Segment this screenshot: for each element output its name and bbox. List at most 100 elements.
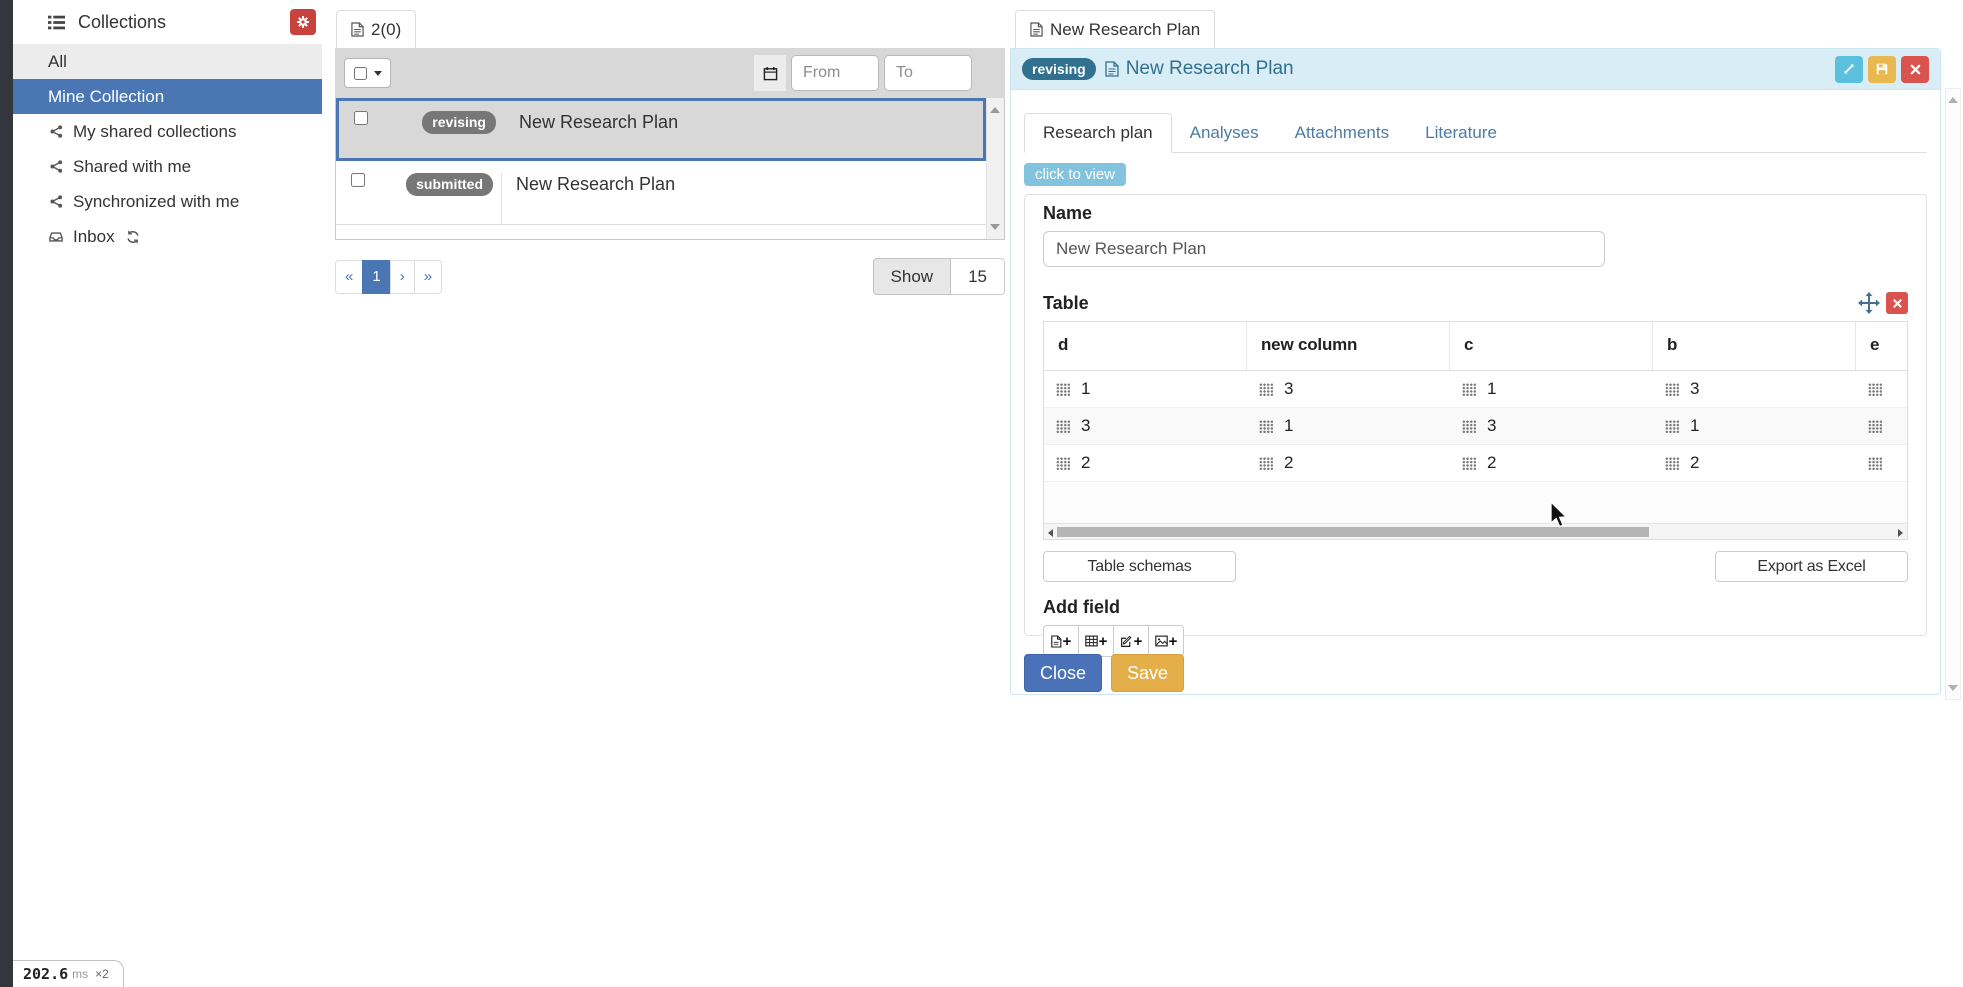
expand-icon bbox=[1842, 62, 1856, 76]
add-table-field-button[interactable]: + bbox=[1078, 625, 1114, 657]
drag-handle-icon[interactable] bbox=[1056, 457, 1070, 470]
drag-handle-icon[interactable] bbox=[1868, 383, 1882, 396]
table-cell-value: 3 bbox=[1487, 416, 1496, 436]
document-icon bbox=[1030, 22, 1043, 37]
close-panel-button[interactable] bbox=[1901, 56, 1929, 83]
sidebar-item-synchronized-with-me[interactable]: Synchronized with me bbox=[13, 184, 322, 219]
detail-title: New Research Plan bbox=[1126, 58, 1294, 80]
save-button[interactable]: Save bbox=[1111, 654, 1184, 692]
drag-handle-icon[interactable] bbox=[1665, 420, 1679, 433]
select-all-checkbox[interactable] bbox=[354, 67, 367, 80]
document-icon bbox=[1105, 61, 1119, 77]
select-all-dropdown-button[interactable] bbox=[344, 58, 391, 88]
table-cell[interactable] bbox=[1856, 445, 1907, 481]
table-cell[interactable]: 1 bbox=[1450, 371, 1653, 407]
documents-list-scrollbar[interactable] bbox=[986, 98, 1004, 239]
profiler-time: 202.6 bbox=[23, 965, 68, 983]
collections-title: Collections bbox=[78, 12, 166, 33]
sidebar-item-label: Shared with me bbox=[73, 157, 191, 177]
collections-settings-button[interactable] bbox=[290, 9, 316, 35]
drag-handle-icon[interactable] bbox=[1259, 457, 1273, 470]
drag-handle-icon[interactable] bbox=[1056, 383, 1070, 396]
table-cell[interactable]: 2 bbox=[1653, 445, 1856, 481]
table-cell[interactable]: 1 bbox=[1044, 371, 1247, 407]
sidebar-item-all[interactable]: All bbox=[13, 44, 322, 79]
add-text-field-button[interactable]: + bbox=[1043, 625, 1079, 657]
scrollbar-thumb[interactable] bbox=[1057, 527, 1649, 537]
document-list-item[interactable]: submitted New Research Plan bbox=[336, 161, 986, 225]
sidebar-item-mine-collection[interactable]: Mine Collection bbox=[13, 79, 322, 114]
pagination-current-page[interactable]: 1 bbox=[362, 260, 390, 294]
scroll-up-arrow-icon[interactable] bbox=[1948, 97, 1958, 103]
table-cell[interactable]: 1 bbox=[1247, 408, 1450, 444]
table-cell[interactable]: 3 bbox=[1450, 408, 1653, 444]
drag-handle-icon[interactable] bbox=[1868, 457, 1882, 470]
scroll-down-arrow-icon[interactable] bbox=[1948, 685, 1958, 691]
pagination-button[interactable]: » bbox=[414, 260, 442, 294]
row-checkbox[interactable] bbox=[354, 111, 368, 125]
table-cell[interactable] bbox=[1856, 371, 1907, 407]
sidebar-item-inbox[interactable]: Inbox bbox=[13, 219, 322, 254]
add-sketch-field-button[interactable]: + bbox=[1113, 625, 1149, 657]
row-checkbox[interactable] bbox=[351, 173, 365, 187]
table-cell[interactable]: 3 bbox=[1247, 371, 1450, 407]
move-icon[interactable] bbox=[1858, 292, 1880, 314]
table-horizontal-scrollbar[interactable] bbox=[1044, 523, 1907, 539]
sidebar-item-label: All bbox=[48, 52, 67, 72]
show-label-button[interactable]: Show bbox=[873, 258, 952, 295]
pagination: «1›» bbox=[335, 260, 442, 294]
scroll-up-arrow-icon[interactable] bbox=[990, 107, 1000, 113]
page-size-button[interactable]: 15 bbox=[951, 258, 1005, 295]
pagination-button[interactable]: « bbox=[335, 260, 363, 294]
click-to-view-badge[interactable]: click to view bbox=[1024, 163, 1126, 186]
detail-body: Research planAnalysesAttachmentsLiteratu… bbox=[1011, 113, 1940, 692]
table-cell[interactable]: 2 bbox=[1450, 445, 1653, 481]
drag-handle-icon[interactable] bbox=[1462, 383, 1476, 396]
table-cell-value: 2 bbox=[1081, 453, 1090, 473]
tab-literature[interactable]: Literature bbox=[1407, 114, 1515, 152]
scroll-left-arrow-icon[interactable] bbox=[1048, 529, 1053, 537]
date-filter-calendar-button[interactable] bbox=[754, 55, 786, 91]
drag-handle-icon[interactable] bbox=[1665, 457, 1679, 470]
drag-handle-icon[interactable] bbox=[1056, 420, 1070, 433]
drag-handle-icon[interactable] bbox=[1259, 420, 1273, 433]
tab-research-plan[interactable]: Research plan bbox=[1024, 113, 1172, 153]
name-input[interactable] bbox=[1043, 231, 1605, 267]
table-cell[interactable]: 2 bbox=[1247, 445, 1450, 481]
tab-attachments[interactable]: Attachments bbox=[1277, 114, 1408, 152]
drag-handle-icon[interactable] bbox=[1868, 420, 1882, 433]
document-list-item[interactable]: revising New Research Plan bbox=[336, 98, 986, 161]
pagination-button[interactable]: › bbox=[390, 260, 415, 294]
scroll-right-arrow-icon[interactable] bbox=[1898, 529, 1903, 537]
close-button[interactable]: Close bbox=[1024, 654, 1102, 692]
date-from-input[interactable] bbox=[791, 55, 879, 91]
table-cell[interactable]: 3 bbox=[1653, 371, 1856, 407]
detail-panel-scrollbar[interactable] bbox=[1945, 88, 1961, 700]
date-to-input[interactable] bbox=[884, 55, 972, 91]
drag-handle-icon[interactable] bbox=[1462, 420, 1476, 433]
drag-handle-icon[interactable] bbox=[1259, 383, 1273, 396]
sidebar-item-my-shared-collections[interactable]: My shared collections bbox=[13, 114, 322, 149]
table-cell[interactable]: 1 bbox=[1653, 408, 1856, 444]
save-header-button[interactable] bbox=[1868, 56, 1896, 83]
export-as-excel-button[interactable]: Export as Excel bbox=[1715, 551, 1908, 582]
scroll-down-arrow-icon[interactable] bbox=[990, 224, 1000, 230]
drag-handle-icon[interactable] bbox=[1665, 383, 1679, 396]
status-badge: submitted bbox=[406, 173, 493, 196]
inbox-icon bbox=[48, 230, 64, 244]
refresh-icon[interactable] bbox=[126, 230, 140, 244]
drag-handle-icon[interactable] bbox=[1462, 457, 1476, 470]
add-image-field-button[interactable]: + bbox=[1148, 625, 1184, 657]
table-cell[interactable] bbox=[1856, 408, 1907, 444]
profiler-chip[interactable]: 202.6 ms ×2 bbox=[13, 960, 124, 987]
remove-table-field-button[interactable] bbox=[1886, 292, 1908, 314]
detail-tab[interactable]: New Research Plan bbox=[1015, 10, 1215, 48]
sidebar-item-label: Synchronized with me bbox=[73, 192, 239, 212]
table-cell[interactable]: 3 bbox=[1044, 408, 1247, 444]
table-cell[interactable]: 2 bbox=[1044, 445, 1247, 481]
tab-analyses[interactable]: Analyses bbox=[1172, 114, 1277, 152]
sidebar-item-shared-with-me[interactable]: Shared with me bbox=[13, 149, 322, 184]
documents-tab[interactable]: 2(0) bbox=[336, 10, 416, 48]
table-schemas-button[interactable]: Table schemas bbox=[1043, 551, 1236, 582]
expand-button[interactable] bbox=[1835, 56, 1863, 83]
